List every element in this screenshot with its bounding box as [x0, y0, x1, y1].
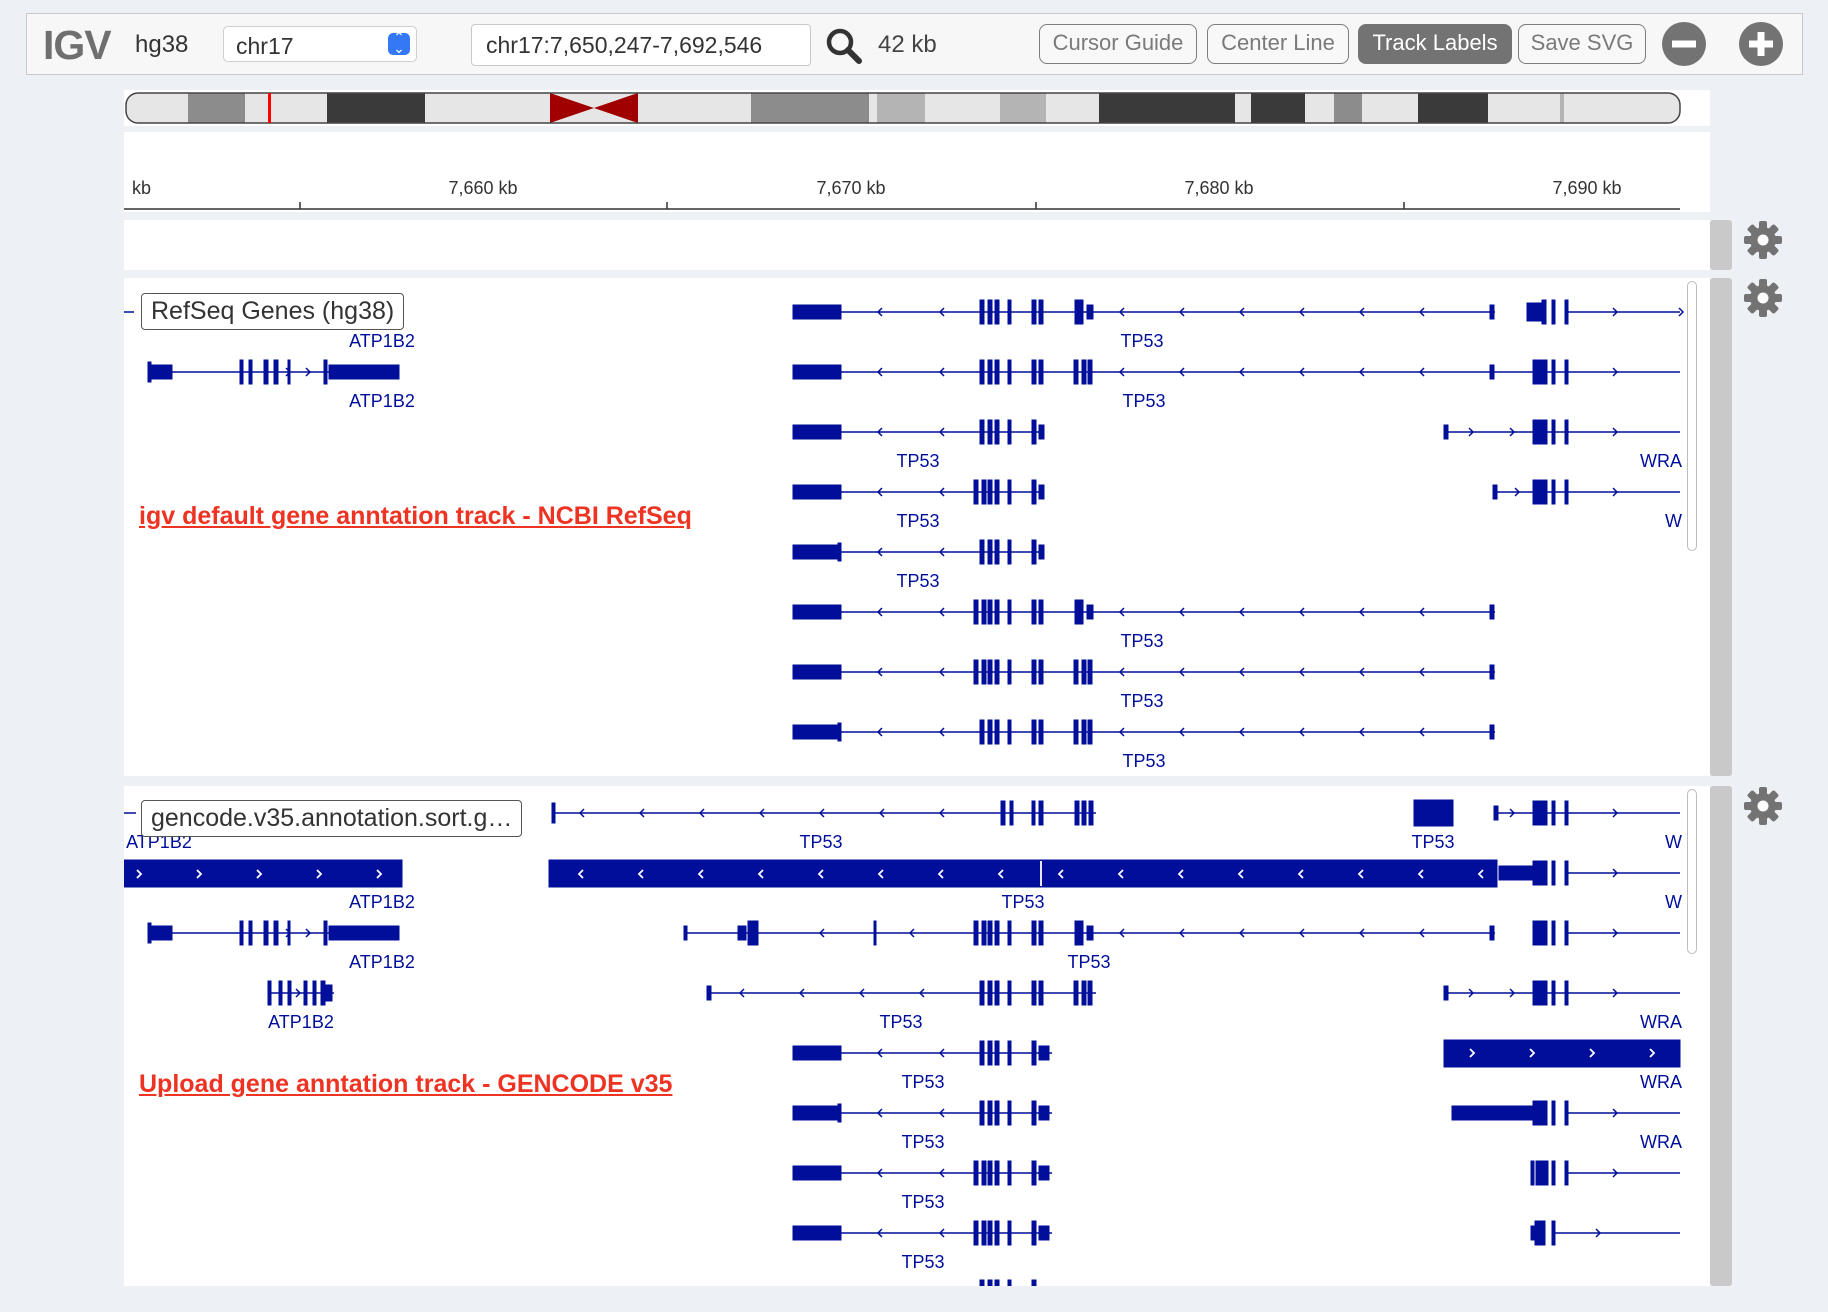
feature-label: ATP1B2: [349, 331, 415, 351]
feature-label: ATP1B2: [349, 892, 415, 912]
annotation-note: igv default gene anntation track - NCBI …: [139, 502, 692, 530]
feature-label: TP53: [901, 1072, 944, 1092]
chromosome-ideogram[interactable]: [124, 90, 1710, 126]
genome-id[interactable]: hg38: [135, 31, 188, 59]
feature-label: TP53: [879, 1012, 922, 1032]
track-scrollbar[interactable]: [1710, 220, 1732, 270]
feature-label: WRA: [1640, 1012, 1682, 1032]
gear-icon[interactable]: [1742, 277, 1784, 319]
feature-label: ATP1B2: [268, 1012, 334, 1032]
feature-label: W: [1665, 892, 1682, 912]
refseq-track[interactable]: ATP1B2 TP53 ATP1B2 TP53 TP53 WRA TP53 W …: [124, 278, 1710, 776]
feature-label: W: [1665, 511, 1682, 531]
track-scrollbar[interactable]: [1710, 278, 1732, 776]
gear-icon[interactable]: [1742, 785, 1784, 827]
feature-label: TP53: [799, 832, 842, 852]
center-line-button[interactable]: Center Line: [1207, 24, 1349, 64]
current-region-marker: [268, 93, 271, 123]
feature-label: ATP1B2: [349, 391, 415, 411]
feature-label: TP53: [896, 571, 939, 591]
chromosome-value: chr17: [236, 33, 294, 59]
igv-logo: IGV: [43, 22, 112, 68]
feature-label: TP53: [901, 1192, 944, 1212]
feature-label: TP53: [901, 1132, 944, 1152]
locus-input[interactable]: [471, 24, 811, 66]
chevron-updown-icon: ⌃ ⌄: [388, 31, 410, 56]
ruler-tick-label: 7,670 kb: [816, 178, 885, 198]
sequence-track: [124, 220, 1710, 270]
igv-navbar: IGV hg38 chr17 ⌃⌄ 42 kb Cursor Guide Cen…: [26, 13, 1803, 75]
zoom-in-icon[interactable]: [1738, 21, 1784, 67]
zoom-out-icon[interactable]: [1661, 21, 1707, 67]
feature-label: ATP1B2: [349, 952, 415, 972]
feature-label: TP53: [896, 511, 939, 531]
annotation-note: Upload gene anntation track - GENCODE v3…: [139, 1070, 673, 1098]
track-name-label: gencode.v35.annotation.sort.g…: [141, 800, 523, 837]
feature-label: TP53: [896, 451, 939, 471]
feature-label: TP53: [1120, 631, 1163, 651]
track-name-label: RefSeq Genes (hg38): [141, 293, 405, 330]
feature-label: W: [1665, 832, 1682, 852]
search-icon[interactable]: [824, 26, 864, 66]
feature-label: TP53: [1122, 751, 1165, 771]
feature-label: WRA: [1640, 1132, 1682, 1152]
feature-label: WRA: [1640, 451, 1682, 471]
ruler-tick-label: kb: [132, 178, 151, 198]
feature-label: TP53: [1120, 331, 1163, 351]
feature-label: TP53: [901, 1252, 944, 1272]
window-size: 42 kb: [878, 31, 937, 58]
feature-label: TP53: [1120, 691, 1163, 711]
track-vertical-scroller[interactable]: [1687, 789, 1697, 954]
chromosome-select[interactable]: chr17 ⌃ ⌄: [223, 26, 417, 62]
ruler-track: kb 7,660 kb 7,670 kb 7,680 kb 7,690 kb: [124, 132, 1710, 212]
track-vertical-scroller[interactable]: [1687, 281, 1697, 551]
save-svg-button[interactable]: Save SVG: [1518, 24, 1646, 64]
ruler-tick-label: 7,690 kb: [1552, 178, 1621, 198]
ruler-tick-label: 7,680 kb: [1184, 178, 1253, 198]
feature-label: WRA: [1640, 1072, 1682, 1092]
gencode-track[interactable]: ATP1B2 TP53 TP53 W ATP1B2 TP53 W ATP1B2 …: [123, 786, 1710, 1287]
track-labels-button[interactable]: Track Labels: [1358, 24, 1512, 64]
gear-icon[interactable]: [1742, 219, 1784, 261]
feature-label: TP53: [1411, 832, 1454, 852]
feature-label: TP53: [1001, 892, 1044, 912]
cursor-guide-button[interactable]: Cursor Guide: [1039, 24, 1197, 64]
feature-label: TP53: [1067, 952, 1110, 972]
feature-label: TP53: [1122, 391, 1165, 411]
ruler-tick-label: 7,660 kb: [448, 178, 517, 198]
track-scrollbar[interactable]: [1710, 786, 1732, 1286]
